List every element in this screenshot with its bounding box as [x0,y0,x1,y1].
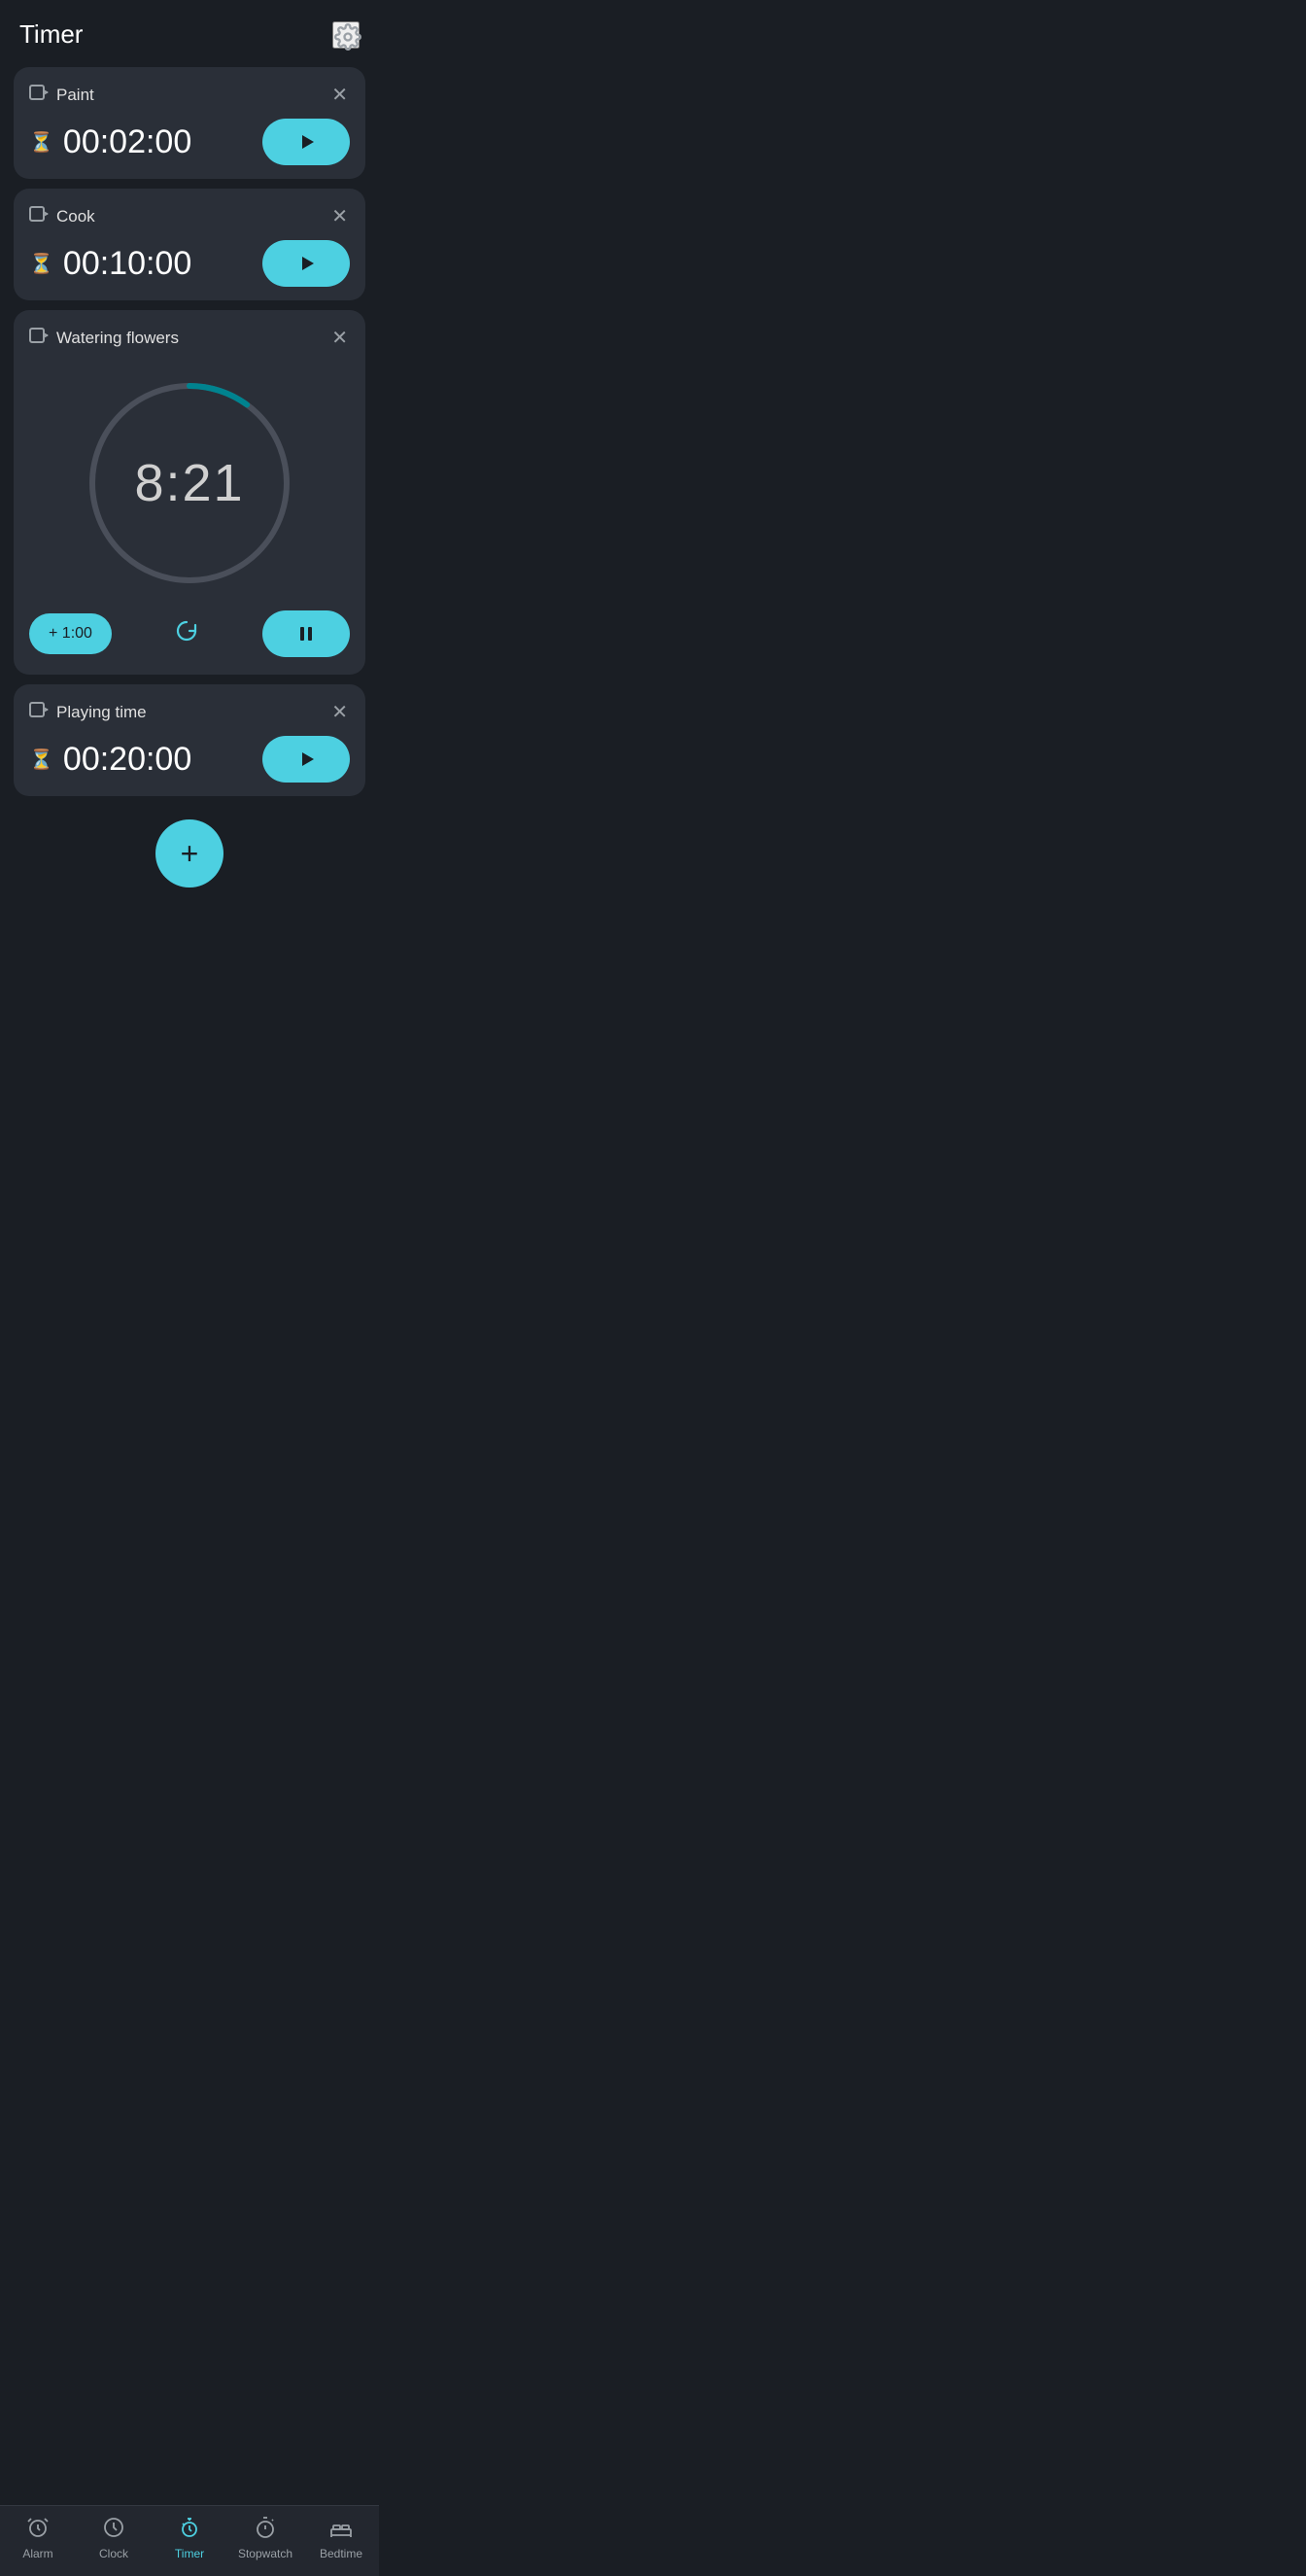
timer-display-playing: 00:20:00 [63,741,191,779]
timer-header-paint: Paint ✕ [29,81,350,109]
tag-icon-watering [29,328,49,348]
tag-icon-cook [29,206,49,226]
nav-item-timer[interactable]: Timer [160,2516,219,2560]
nav-label-stopwatch: Stopwatch [238,2547,292,2560]
play-playing-button[interactable] [262,736,350,783]
hourglass-icon-playing: ⏳ [29,748,53,772]
active-controls-watering: + 1:00 [29,610,350,657]
tag-icon-playing [29,702,49,722]
timer-header-cook: Cook ✕ [29,202,350,230]
timer-icon [178,2516,201,2543]
nav-label-clock: Clock [99,2547,128,2560]
timer-card-watering: Watering flowers ✕ 8:21 + 1:00 [14,310,365,675]
timer-name-paint: Paint [56,86,94,105]
timers-list: Paint ✕ ⏳ 00:02:00 [0,59,379,804]
nav-label-timer: Timer [175,2547,204,2560]
timer-name-watering: Watering flowers [56,329,179,348]
timer-time-playing: ⏳ 00:20:00 [29,741,191,779]
stopwatch-icon [254,2516,277,2543]
timer-time-paint: ⏳ 00:02:00 [29,123,191,161]
bedtime-icon [329,2516,353,2543]
clock-icon [102,2516,125,2543]
close-paint-button[interactable]: ✕ [329,81,350,109]
timer-label-row-playing: Playing time [29,702,147,722]
nav-label-alarm: Alarm [22,2547,52,2560]
bottom-navigation: Alarm Clock Timer [0,2505,379,2576]
close-cook-button[interactable]: ✕ [329,202,350,230]
timer-header-playing: Playing time ✕ [29,698,350,726]
active-timer-display: 8:21 [134,453,244,513]
add-timer-button[interactable]: + [155,819,223,888]
app-header: Timer [0,0,379,59]
add-time-button[interactable]: + 1:00 [29,613,112,654]
play-paint-button[interactable] [262,119,350,165]
timer-time-cook: ⏳ 00:10:00 [29,245,191,283]
nav-label-bedtime: Bedtime [320,2547,362,2560]
fab-container: + [0,804,379,897]
timer-card-paint: Paint ✕ ⏳ 00:02:00 [14,67,365,179]
close-watering-button[interactable]: ✕ [329,324,350,352]
timer-body-paint: ⏳ 00:02:00 [29,119,350,165]
timer-label-row-paint: Paint [29,85,94,105]
timer-label-row-watering: Watering flowers [29,328,179,348]
timer-name-playing: Playing time [56,703,147,722]
nav-item-bedtime[interactable]: Bedtime [312,2516,370,2560]
nav-item-clock[interactable]: Clock [85,2516,143,2560]
timer-body-playing: ⏳ 00:20:00 [29,736,350,783]
play-cook-button[interactable] [262,240,350,287]
pause-button[interactable] [262,610,350,657]
timer-display-paint: 00:02:00 [63,123,191,161]
reset-button[interactable] [173,617,200,650]
hourglass-icon-cook: ⏳ [29,252,53,276]
hourglass-icon-paint: ⏳ [29,130,53,155]
page-title: Timer [19,19,83,50]
timer-display-cook: 00:10:00 [63,245,191,283]
timer-card-playing: Playing time ✕ ⏳ 00:20:00 [14,684,365,796]
timer-card-cook: Cook ✕ ⏳ 00:10:00 [14,189,365,300]
settings-button[interactable] [332,21,360,49]
nav-item-stopwatch[interactable]: Stopwatch [236,2516,294,2560]
tag-icon-paint [29,85,49,105]
circle-progress-container: 8:21 [29,371,350,595]
timer-body-cook: ⏳ 00:10:00 [29,240,350,287]
alarm-icon [26,2516,50,2543]
timer-label-row-cook: Cook [29,206,95,226]
nav-item-alarm[interactable]: Alarm [9,2516,67,2560]
timer-name-cook: Cook [56,207,95,226]
close-playing-button[interactable]: ✕ [329,698,350,726]
timer-header-watering: Watering flowers ✕ [29,324,350,352]
